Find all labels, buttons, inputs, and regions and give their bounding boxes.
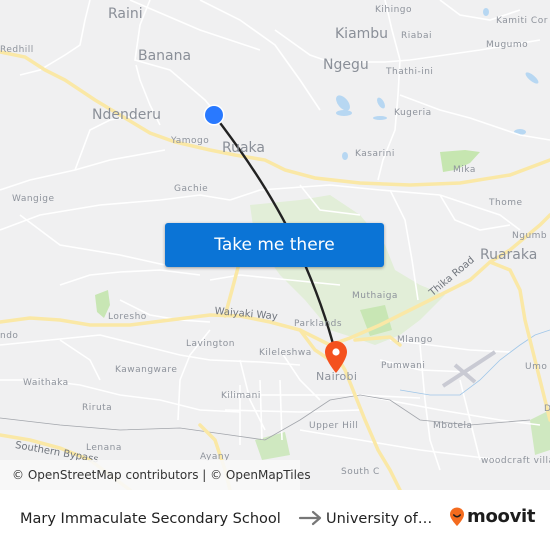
- place-label-redhill: Redhill: [0, 45, 34, 55]
- origin-name: Mary Immaculate Secondary School: [20, 511, 281, 527]
- map[interactable]: Raini Redhill Banana Ndenderu Yamogo Rua…: [0, 0, 550, 490]
- place-label-muthaiga: Muthaiga: [352, 291, 398, 301]
- place-label-mbotela: Mbotela: [433, 421, 473, 431]
- railway: [0, 394, 531, 441]
- place-label-ndenderu: Ndenderu: [92, 107, 161, 123]
- place-label-mika: Mika: [453, 165, 476, 175]
- place-label-waithaka: Waithaka: [23, 378, 69, 388]
- place-label-banana: Banana: [138, 48, 192, 64]
- arrow-right-icon: [298, 510, 322, 526]
- map-attribution[interactable]: © OpenStreetMap contributors | © OpenMap…: [0, 460, 311, 490]
- place-label-umoja: Umo: [525, 362, 548, 372]
- destination-pin-icon[interactable]: [323, 340, 349, 374]
- destination-name: University of Nairobi: [326, 511, 436, 527]
- place-label-kugeria: Kugeria: [394, 108, 432, 118]
- moovit-pin-icon: [450, 507, 464, 526]
- attribution-text: © OpenStreetMap contributors | © OpenMap…: [12, 468, 311, 482]
- place-label-upper-hill: Upper Hill: [309, 421, 359, 431]
- place-label-mlango: Mlango: [397, 335, 433, 345]
- place-label-ruaka: Ruaka: [222, 140, 265, 156]
- place-label-mugumo: Mugumo: [486, 40, 529, 50]
- place-label-thathi-ini: Thathi-ini: [386, 67, 434, 77]
- place-label-woodcraft: woodcraft villa: [481, 456, 550, 466]
- place-label-raini: Raini: [108, 6, 143, 22]
- moovit-wordmark: moovit: [467, 506, 536, 527]
- place-label-kamiti-corner: Kamiti Cor: [496, 16, 548, 26]
- place-label-south-c: South C: [341, 467, 380, 477]
- place-label-kiambu: Kiambu: [335, 26, 389, 42]
- origin-dot-icon[interactable]: [202, 103, 226, 127]
- place-label-kawangware: Kawangware: [115, 365, 178, 375]
- place-label-gachie: Gachie: [174, 184, 209, 194]
- place-label-ngumba: Ngumb: [512, 231, 548, 241]
- place-label-riabai: Riabai: [401, 31, 432, 41]
- airport-runways: [441, 350, 497, 388]
- place-label-kilimani: Kilimani: [221, 391, 261, 401]
- moovit-logo[interactable]: moovit: [449, 506, 536, 527]
- place-label-ngegu: Ngegu: [323, 57, 369, 73]
- place-label-yamogo: Yamogo: [171, 136, 210, 146]
- park-city: [255, 432, 290, 460]
- place-label-kasarini: Kasarini: [355, 149, 395, 159]
- place-label-thome: Thome: [489, 198, 523, 208]
- park-east: [530, 410, 550, 455]
- take-me-there-button[interactable]: Take me there: [165, 223, 384, 267]
- place-label-parklands: Parklands: [294, 319, 343, 329]
- place-label-lavington: Lavington: [186, 339, 236, 349]
- place-label-kileleshwa: Kileleshwa: [259, 348, 312, 358]
- place-label-pumwani: Pumwani: [381, 361, 426, 371]
- place-label-donholm: D: [544, 404, 550, 414]
- place-label-loresho: Loresho: [108, 312, 147, 322]
- place-label-lenana: Lenana: [86, 443, 122, 453]
- park-karura: [250, 195, 445, 345]
- place-label-ruaraka: Ruaraka: [480, 247, 538, 263]
- place-label-wangige: Wangige: [12, 194, 55, 204]
- place-label-kitisuru: ndo: [0, 331, 19, 341]
- place-label-kihingo: Kihingo: [375, 5, 413, 15]
- place-label-riruta: Riruta: [82, 403, 113, 413]
